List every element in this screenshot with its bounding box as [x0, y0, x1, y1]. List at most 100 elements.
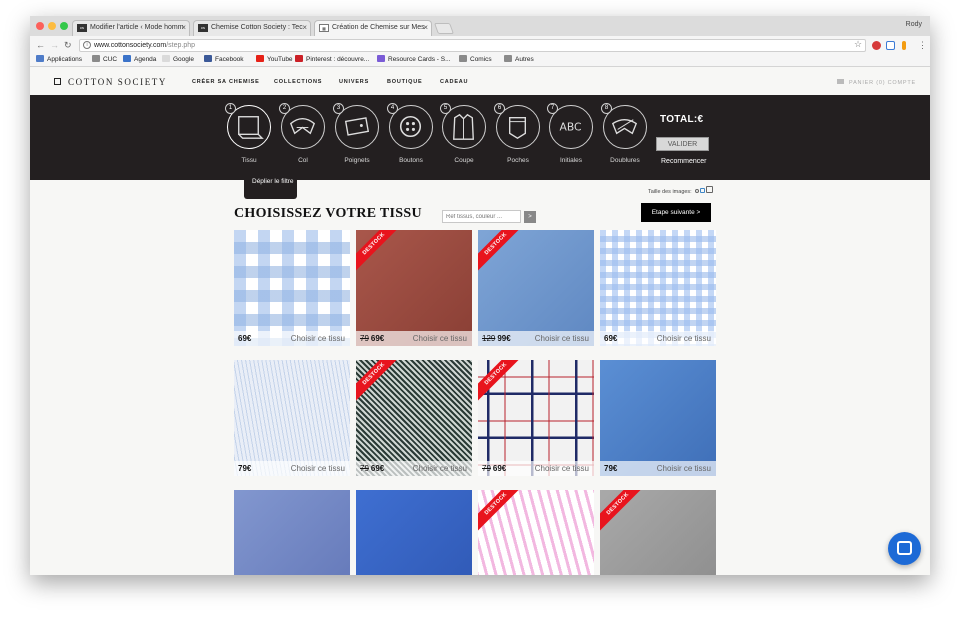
menu-dots-icon[interactable]: ⋮ [918, 39, 927, 51]
fabric-card[interactable] [356, 490, 472, 575]
bookmark-item[interactable]: Agenda [123, 55, 156, 65]
choose-fabric-button[interactable]: Choisir ce tissu [657, 331, 711, 346]
fabric-card[interactable]: 79€ Choisir ce tissu [600, 360, 716, 476]
choose-fabric-button[interactable]: Choisir ce tissu [413, 461, 467, 476]
step-coupe[interactable]: 5 Coupe [440, 103, 487, 164]
step-circle: 4 [387, 103, 433, 149]
new-tab-button[interactable] [433, 23, 455, 34]
fabric-swatch[interactable] [600, 230, 716, 346]
step-circle: ABC 7 [547, 103, 593, 149]
bookmark-label: YouTube [267, 56, 293, 63]
choose-fabric-button[interactable]: Choisir ce tissu [535, 461, 589, 476]
bookmark-item[interactable]: Comics [459, 55, 492, 65]
bookmark-item[interactable]: Applications [36, 55, 82, 65]
fabric-swatch[interactable] [234, 360, 350, 476]
fabric-swatch[interactable] [356, 490, 472, 575]
fabric-card[interactable]: DESTOCK [600, 490, 716, 575]
site-header: COTTON SOCIETY CRÉER SA CHEMISE COLLECTI… [30, 68, 930, 95]
bookmark-favicon-icon [504, 55, 512, 62]
cotton-favicon-icon: cs [198, 24, 208, 32]
old-price: 129 [482, 334, 496, 343]
restart-link[interactable]: Recommencer [661, 158, 707, 165]
bookmark-item[interactable]: CUC [92, 55, 117, 65]
step-boutons[interactable]: 4 Boutons [387, 103, 434, 164]
step-circle: 1 [225, 103, 271, 149]
reload-icon[interactable]: ↻ [64, 39, 72, 51]
site-logo[interactable]: COTTON SOCIETY [68, 77, 167, 87]
close-icon[interactable]: × [423, 21, 428, 35]
fabric-card[interactable]: 79€ Choisir ce tissu [234, 360, 350, 476]
browser-tab-1[interactable]: cs Modifier l'article ‹ Mode homm × [72, 20, 190, 36]
step-circle: 5 [440, 103, 486, 149]
price-bar: 79€ Choisir ce tissu [234, 461, 350, 476]
fabric-card[interactable]: 69€ Choisir ce tissu [234, 230, 350, 346]
step-col[interactable]: 2 Col [279, 103, 326, 164]
extension-red-icon[interactable] [872, 41, 881, 50]
bookmark-item[interactable]: Pinterest : découvre... [295, 55, 369, 65]
fabric-swatch[interactable] [234, 490, 350, 575]
fabric-search-input[interactable] [442, 210, 521, 223]
extension-blue-icon[interactable] [886, 41, 895, 50]
svg-text:ABC: ABC [560, 120, 582, 133]
fabric-card[interactable]: DESTOCK 79 69€ Choisir ce tissu [478, 360, 594, 476]
chat-launcher-button[interactable] [888, 532, 921, 565]
size-large-icon[interactable] [706, 186, 714, 193]
bookmark-item[interactable]: Resource Cards - S... [377, 55, 451, 65]
bookmark-item[interactable]: Facebook [204, 55, 244, 65]
fabric-swatch[interactable] [234, 230, 350, 346]
info-icon[interactable]: i [83, 41, 91, 49]
step-doublures[interactable]: 8 Doublures [601, 103, 648, 164]
browser-tab-2[interactable]: cs Chemise Cotton Society : Tec × [193, 20, 311, 36]
price-bar: 79 69€ Choisir ce tissu [356, 461, 472, 476]
choose-fabric-button[interactable]: Choisir ce tissu [413, 331, 467, 346]
forward-arrow-icon[interactable]: → [50, 39, 59, 51]
next-step-button[interactable]: Etape suivante > [641, 203, 711, 222]
close-window-button[interactable] [36, 22, 44, 30]
choose-fabric-button[interactable]: Choisir ce tissu [657, 461, 711, 476]
minimize-window-button[interactable] [48, 22, 56, 30]
validate-button[interactable]: VALIDER [656, 137, 709, 151]
size-medium-icon[interactable] [700, 188, 706, 193]
close-icon[interactable]: × [302, 21, 307, 35]
search-submit-button[interactable]: > [524, 211, 536, 223]
old-price: 79 [360, 464, 369, 473]
expand-filter-button[interactable]: Déplier le filtre [244, 172, 297, 199]
nav-cadeau[interactable]: CADEAU [440, 79, 468, 85]
bookmark-item[interactable]: Google [162, 55, 194, 65]
step-poches[interactable]: 6 Poches [494, 103, 541, 164]
address-bar[interactable]: i www.cottonsociety.com/step.php [79, 39, 866, 52]
browser-window: cs Modifier l'article ‹ Mode homm × cs C… [30, 16, 930, 575]
bookmark-item[interactable]: YouTube [256, 55, 293, 65]
fabric-card[interactable]: 69€ Choisir ce tissu [600, 230, 716, 346]
fabric-card[interactable]: DESTOCK 79 69€ Choisir ce tissu [356, 230, 472, 346]
choose-fabric-button[interactable]: Choisir ce tissu [535, 331, 589, 346]
step-tissu[interactable]: 1 Tissu [225, 103, 272, 164]
browser-tab-3[interactable]: ▦ Création de Chemise sur Mes × [314, 20, 432, 36]
fabric-swatch[interactable] [600, 360, 716, 476]
cart-account-link[interactable]: PANIER (0) COMPTE [837, 79, 916, 86]
step-number: 8 [601, 103, 612, 114]
fabric-card[interactable]: DESTOCK 79 69€ Choisir ce tissu [356, 360, 472, 476]
nav-collections[interactable]: COLLECTIONS [274, 79, 322, 85]
fabric-card[interactable]: DESTOCK 129 99€ Choisir ce tissu [478, 230, 594, 346]
step-initiales[interactable]: ABC 7 Initiales [547, 103, 594, 164]
maximize-window-button[interactable] [60, 22, 68, 30]
profile-name[interactable]: Rody [906, 21, 922, 28]
bookmark-item[interactable]: Autres [504, 55, 534, 65]
bookmark-star-icon[interactable]: ☆ [854, 39, 862, 50]
image-size-label: Taille des images: [648, 189, 692, 195]
nav-create-shirt[interactable]: CRÉER SA CHEMISE [192, 79, 260, 85]
step-number: 5 [440, 103, 451, 114]
size-small-icon[interactable] [695, 189, 700, 193]
nav-boutique[interactable]: BOUTIQUE [387, 79, 422, 85]
choose-fabric-button[interactable]: Choisir ce tissu [291, 331, 345, 346]
choose-fabric-button[interactable]: Choisir ce tissu [291, 461, 345, 476]
step-poignets[interactable]: 3 Poignets [333, 103, 380, 164]
fabric-card[interactable] [234, 490, 350, 575]
close-icon[interactable]: × [181, 21, 186, 35]
fabric-card[interactable]: DESTOCK [478, 490, 594, 575]
fabric-price: 79€ [604, 464, 618, 473]
back-arrow-icon[interactable]: ← [36, 39, 45, 51]
nav-univers[interactable]: UNIVERS [339, 79, 369, 85]
extension-pin-icon[interactable] [902, 41, 906, 50]
